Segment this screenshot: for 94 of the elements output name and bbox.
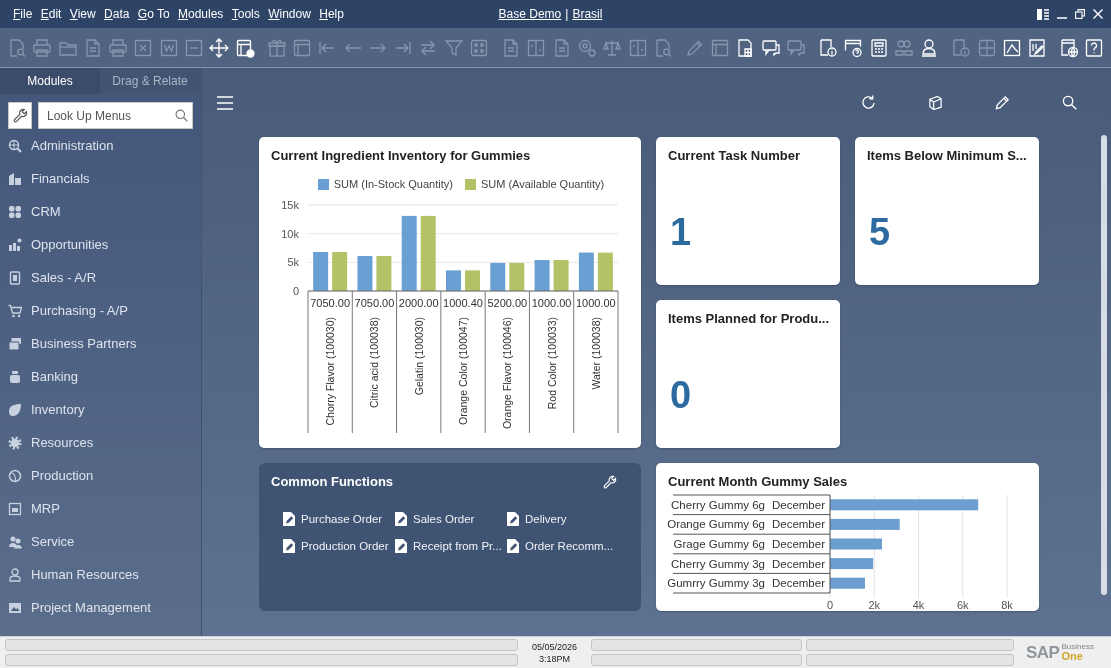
module-item[interactable]: Human Resources	[0, 558, 201, 591]
wrench-icon[interactable]	[603, 475, 617, 489]
document-edit-icon	[507, 512, 519, 526]
module-item[interactable]: Financials	[0, 162, 201, 195]
calculator-icon[interactable]	[868, 37, 889, 58]
locale-link[interactable]: Brasil	[572, 7, 603, 21]
module-item[interactable]: Administration	[0, 129, 201, 162]
document-edit-icon	[283, 512, 295, 526]
menu-item[interactable]: View	[69, 7, 96, 21]
search-field[interactable]: Look Up Menus	[38, 102, 193, 129]
close-icon[interactable]	[1093, 9, 1103, 19]
menu-item[interactable]: Help	[319, 7, 344, 21]
function-link[interactable]: Delivery	[507, 508, 619, 530]
module-item[interactable]: Service	[0, 525, 201, 558]
function-link[interactable]: Order Recomm...	[507, 535, 619, 557]
menu-item[interactable]: File	[13, 7, 33, 21]
module-item[interactable]: Project Management	[0, 591, 201, 624]
building-icon	[8, 171, 22, 186]
window-help-icon[interactable]	[843, 37, 864, 58]
function-link[interactable]: Receipt from Pr...	[395, 535, 507, 557]
gear-icon	[8, 435, 22, 450]
menu-icon[interactable]	[217, 95, 233, 110]
menu-item[interactable]: Window	[268, 7, 311, 21]
leaf-icon	[8, 402, 22, 417]
module-item[interactable]: Resources	[0, 426, 201, 459]
kpi-title: Current Task Number	[668, 148, 801, 164]
document-info-icon[interactable]	[818, 37, 838, 58]
menu-item[interactable]: Edit	[40, 7, 62, 21]
tool-button[interactable]	[8, 102, 32, 129]
stacked-cards-icon	[8, 336, 22, 351]
kpi-title: Items Below Minimum S...	[867, 148, 1027, 164]
globe-window-icon[interactable]	[1059, 37, 1080, 58]
logo-brand: SAP	[1026, 642, 1060, 663]
module-item[interactable]: CRM	[0, 195, 201, 228]
person-icon	[8, 567, 22, 582]
logo-tagline: Business	[1061, 643, 1094, 651]
jar-icon	[8, 369, 22, 384]
kpi-value: 5	[868, 212, 892, 252]
module-item[interactable]: Sales - A/R	[0, 261, 201, 294]
document-edit-icon	[395, 512, 407, 526]
people-icon	[8, 534, 22, 549]
refresh-icon[interactable]	[861, 95, 876, 110]
image-edit-icon[interactable]	[1001, 37, 1022, 58]
function-link[interactable]: Purchase Order	[283, 508, 395, 530]
sidebar-tab[interactable]: Drag & Relate	[100, 68, 200, 94]
module-item[interactable]: Banking	[0, 360, 201, 393]
search-icon[interactable]	[1062, 95, 1077, 110]
document-edit-icon	[507, 539, 519, 553]
module-item[interactable]: Production	[0, 459, 201, 492]
title-separator: |	[565, 7, 569, 21]
pencil-icon[interactable]	[995, 95, 1010, 110]
window-icon	[8, 501, 22, 516]
status-date: 05/05/2026	[531, 640, 577, 653]
menu-item[interactable]: Go To	[137, 7, 170, 21]
sidebar-tab[interactable]: Modules	[0, 68, 100, 94]
help-icon[interactable]	[1084, 37, 1105, 58]
module-item[interactable]: Business Partners	[0, 327, 201, 360]
four-blocks-icon	[8, 204, 22, 219]
restore-icon[interactable]	[1075, 9, 1085, 19]
document-icon	[8, 270, 22, 285]
document-edit-icon[interactable]	[1027, 37, 1048, 58]
move-arrows-icon[interactable]	[209, 37, 230, 58]
scrollbar[interactable]	[1101, 135, 1107, 595]
logo-product: One	[1061, 651, 1084, 662]
document-edit-icon	[283, 539, 295, 553]
menu-item[interactable]: Data	[104, 7, 130, 21]
chat-icon[interactable]	[760, 37, 781, 58]
search-icon[interactable]	[175, 109, 188, 122]
module-item[interactable]: MRP	[0, 492, 201, 525]
status-time: 3:18PM	[539, 652, 570, 665]
module-item[interactable]: Inventory	[0, 393, 201, 426]
card-title: Current Month Gummy Sales	[667, 473, 849, 490]
window-icon[interactable]	[234, 37, 255, 58]
picture-icon	[8, 600, 22, 615]
document-edit-icon	[395, 539, 407, 553]
company-link[interactable]: Base Demo	[498, 7, 562, 21]
function-link[interactable]: Sales Order	[395, 508, 507, 530]
ball-icon	[8, 468, 22, 483]
kpi-value: 0	[669, 375, 693, 415]
function-link[interactable]: Production Order	[283, 535, 395, 557]
module-item[interactable]: Opportunities	[0, 228, 201, 261]
wrench-icon	[12, 108, 28, 123]
menu-item[interactable]: Tools	[231, 7, 260, 21]
card-title: Current Ingredient Inventory for Gummies	[270, 147, 532, 164]
cart-icon	[8, 303, 22, 318]
layout-icon[interactable]	[1037, 8, 1049, 20]
kpi-title: Items Planned for Produ...	[668, 311, 828, 327]
module-item[interactable]: Purchasing - A/P	[0, 294, 201, 327]
panel-title: Common Functions	[271, 474, 394, 490]
bar-chart-icon	[8, 237, 22, 252]
kpi-value: 1	[669, 212, 693, 252]
box-icon[interactable]	[928, 95, 943, 110]
magnifier-icon	[8, 138, 22, 153]
menu-item[interactable]: Modules	[178, 7, 224, 21]
